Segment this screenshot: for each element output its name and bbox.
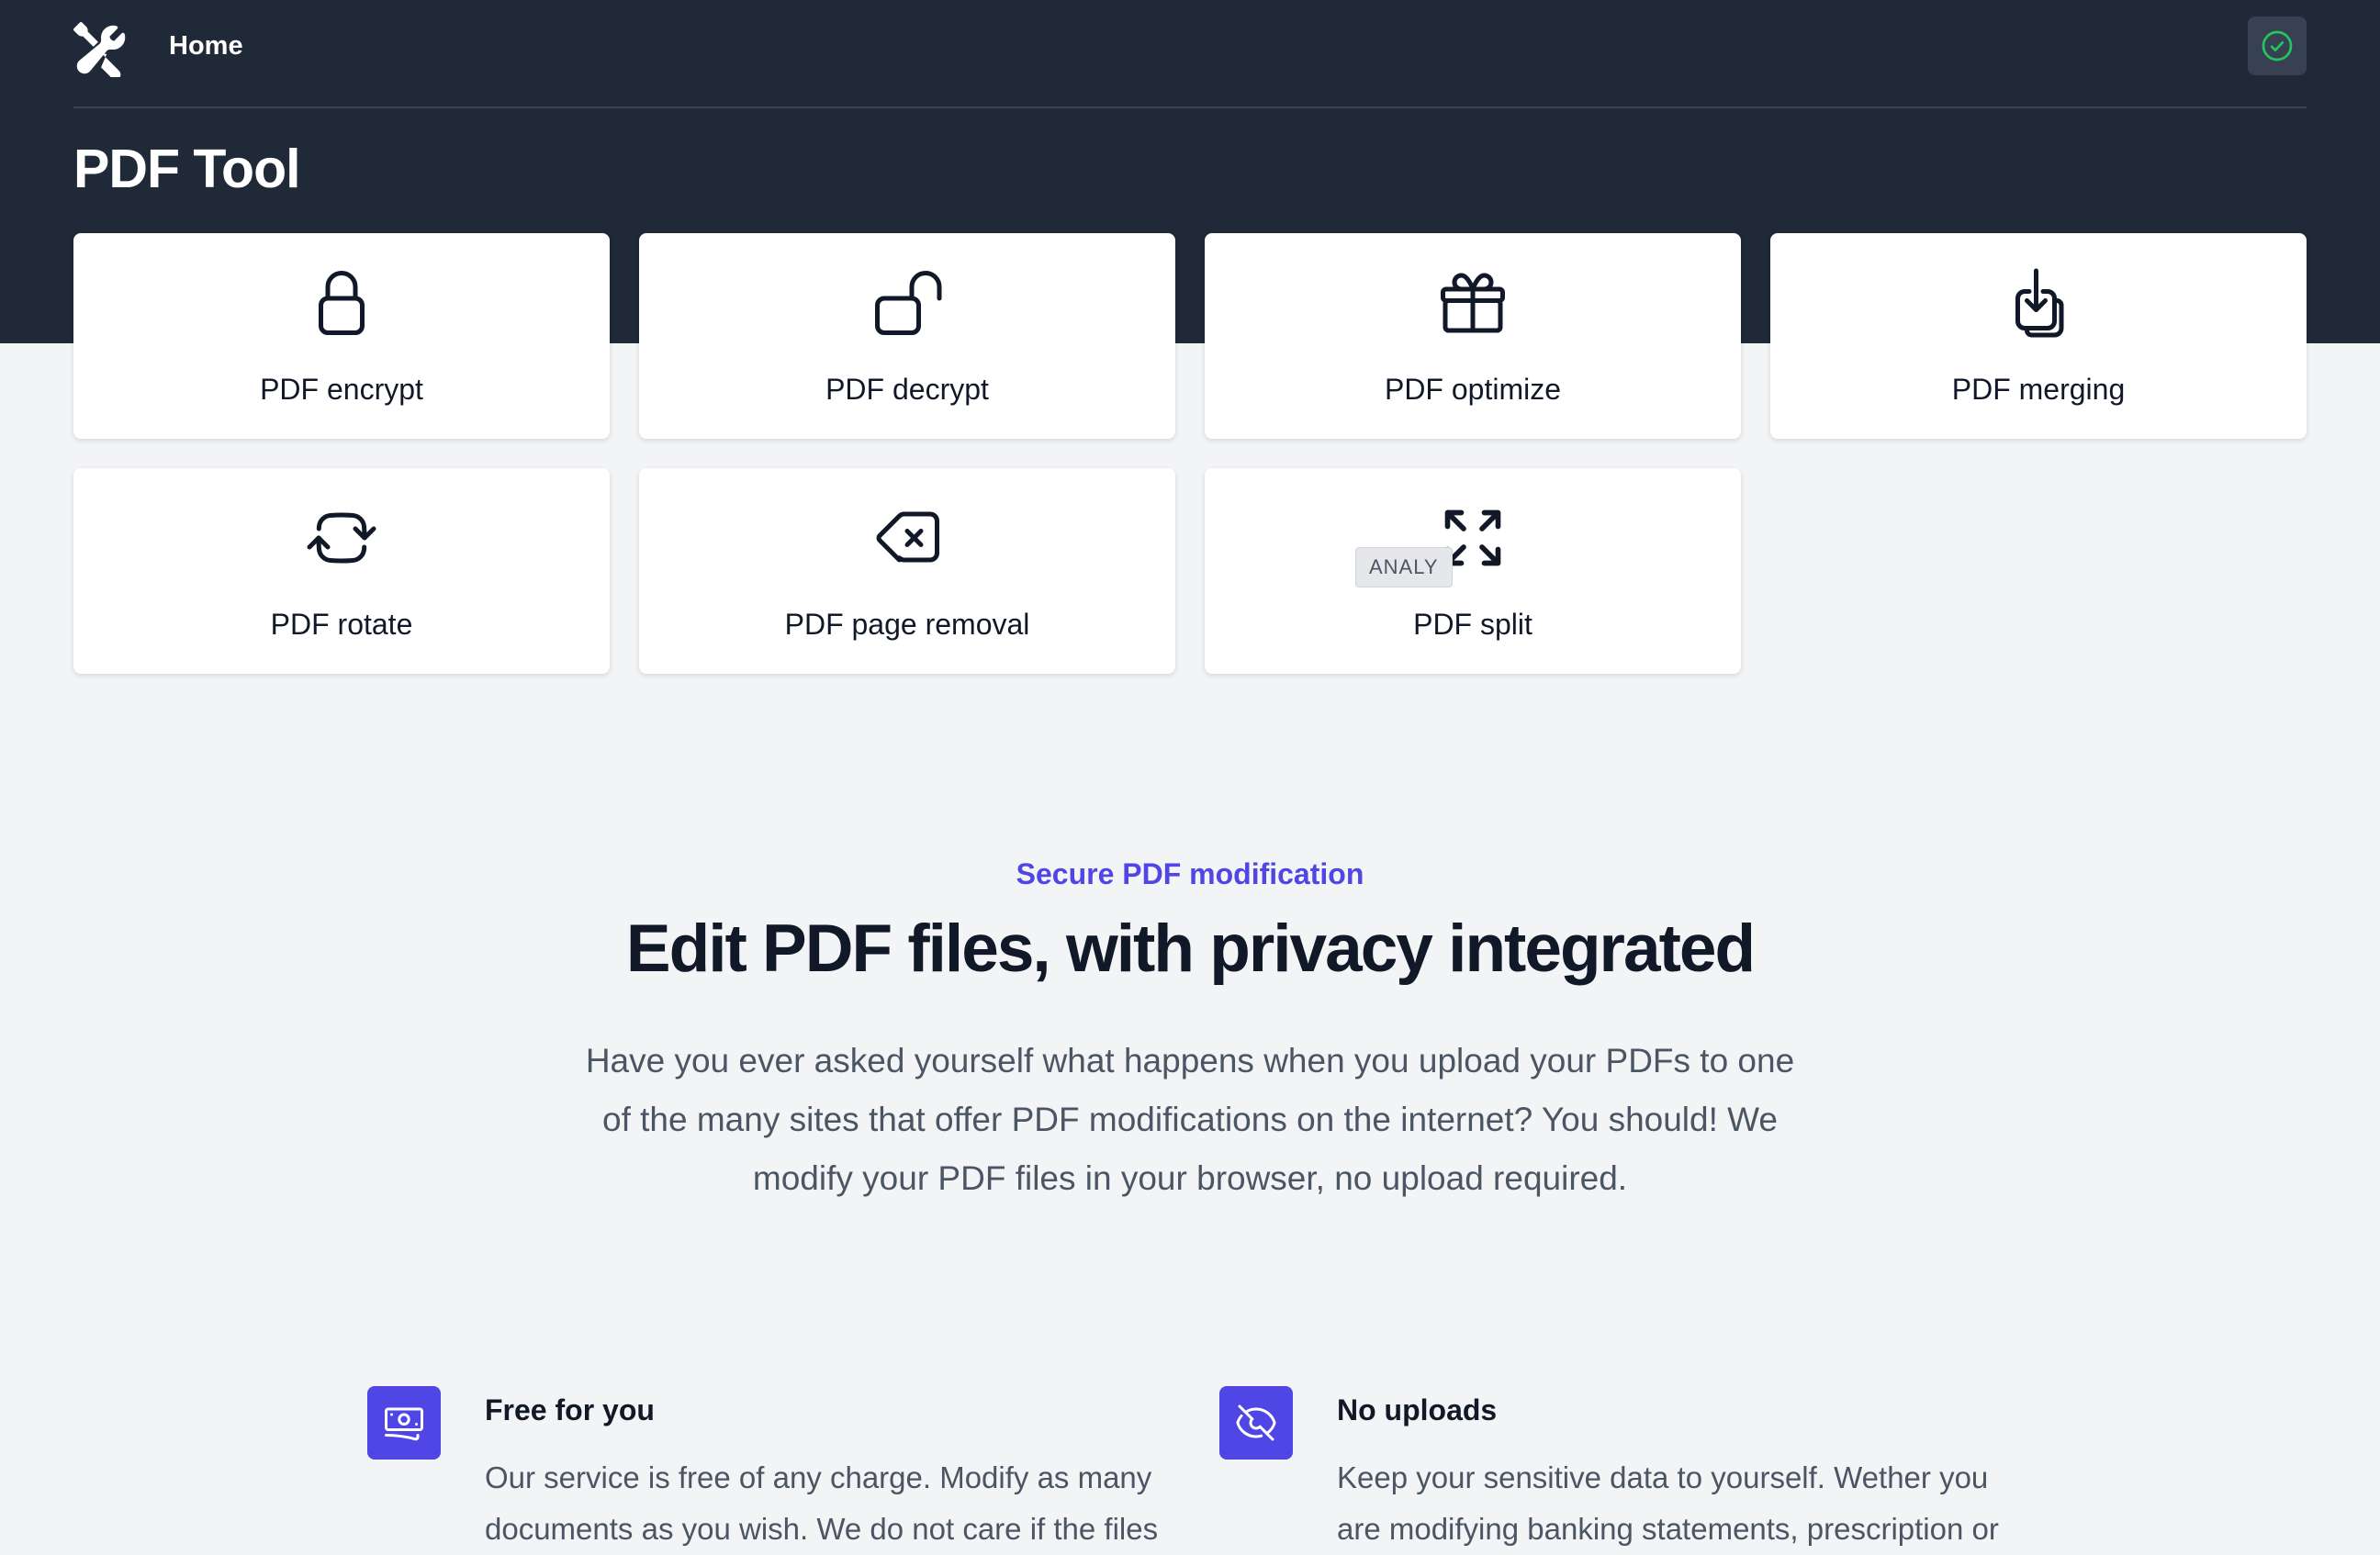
tool-card-pdf-decrypt[interactable]: PDF decrypt	[639, 233, 1175, 439]
feature-title: No uploads	[1337, 1393, 1498, 1426]
status-button[interactable]	[2248, 17, 2307, 75]
feature-no-uploads: No uploads Keep your sensitive data to y…	[1219, 1384, 2046, 1546]
page-title: PDF Tool	[73, 139, 301, 199]
feature-free: Free for you Our service is free of any …	[367, 1384, 1194, 1546]
section-lead: Have you ever asked yourself what happen…	[585, 1042, 1795, 1197]
tool-card-pdf-encrypt[interactable]: PDF encrypt	[73, 233, 610, 439]
document-download-icon	[2002, 266, 2075, 340]
lock-open-icon	[870, 266, 944, 340]
wrench-screwdriver-icon[interactable]	[73, 22, 129, 80]
lock-closed-icon	[305, 266, 378, 340]
eye-off-icon	[1219, 1386, 1293, 1460]
tool-card-label: PDF rotate	[270, 608, 413, 641]
gift-icon	[1436, 266, 1510, 340]
tool-card-pdf-optimize[interactable]: PDF optimize	[1205, 233, 1741, 439]
feature-title: Free for you	[485, 1393, 655, 1426]
tool-card-label: PDF split	[1413, 608, 1532, 641]
tool-card-pdf-rotate[interactable]: PDF rotate	[73, 468, 610, 674]
tool-card-label: PDF page removal	[784, 608, 1030, 641]
feature-description: Keep your sensitive data to yourself. We…	[1337, 1460, 1999, 1546]
nav-home-link[interactable]: Home	[169, 31, 243, 62]
tool-card-label: PDF encrypt	[260, 373, 423, 406]
tool-card-label: PDF decrypt	[825, 373, 989, 406]
cash-icon	[367, 1386, 441, 1460]
top-nav: Home	[73, 0, 2307, 108]
tool-card-pdf-merging[interactable]: PDF merging	[1770, 233, 2307, 439]
tooltip: ANALY	[1355, 547, 1453, 587]
backspace-icon	[870, 501, 944, 575]
tool-card-label: PDF merging	[1951, 373, 2126, 406]
check-circle-icon	[2262, 30, 2293, 62]
section-eyebrow: Secure PDF modification	[1016, 857, 1364, 890]
feature-description: Our service is free of any charge. Modif…	[485, 1460, 1159, 1546]
arrows-rotate-icon	[305, 501, 378, 575]
section-headline: Edit PDF files, with privacy integrated	[625, 912, 1756, 986]
tool-card-pdf-split[interactable]: PDF split	[1205, 468, 1741, 674]
tool-card-label: PDF optimize	[1384, 373, 1562, 406]
tool-card-pdf-page-removal[interactable]: PDF page removal	[639, 468, 1175, 674]
